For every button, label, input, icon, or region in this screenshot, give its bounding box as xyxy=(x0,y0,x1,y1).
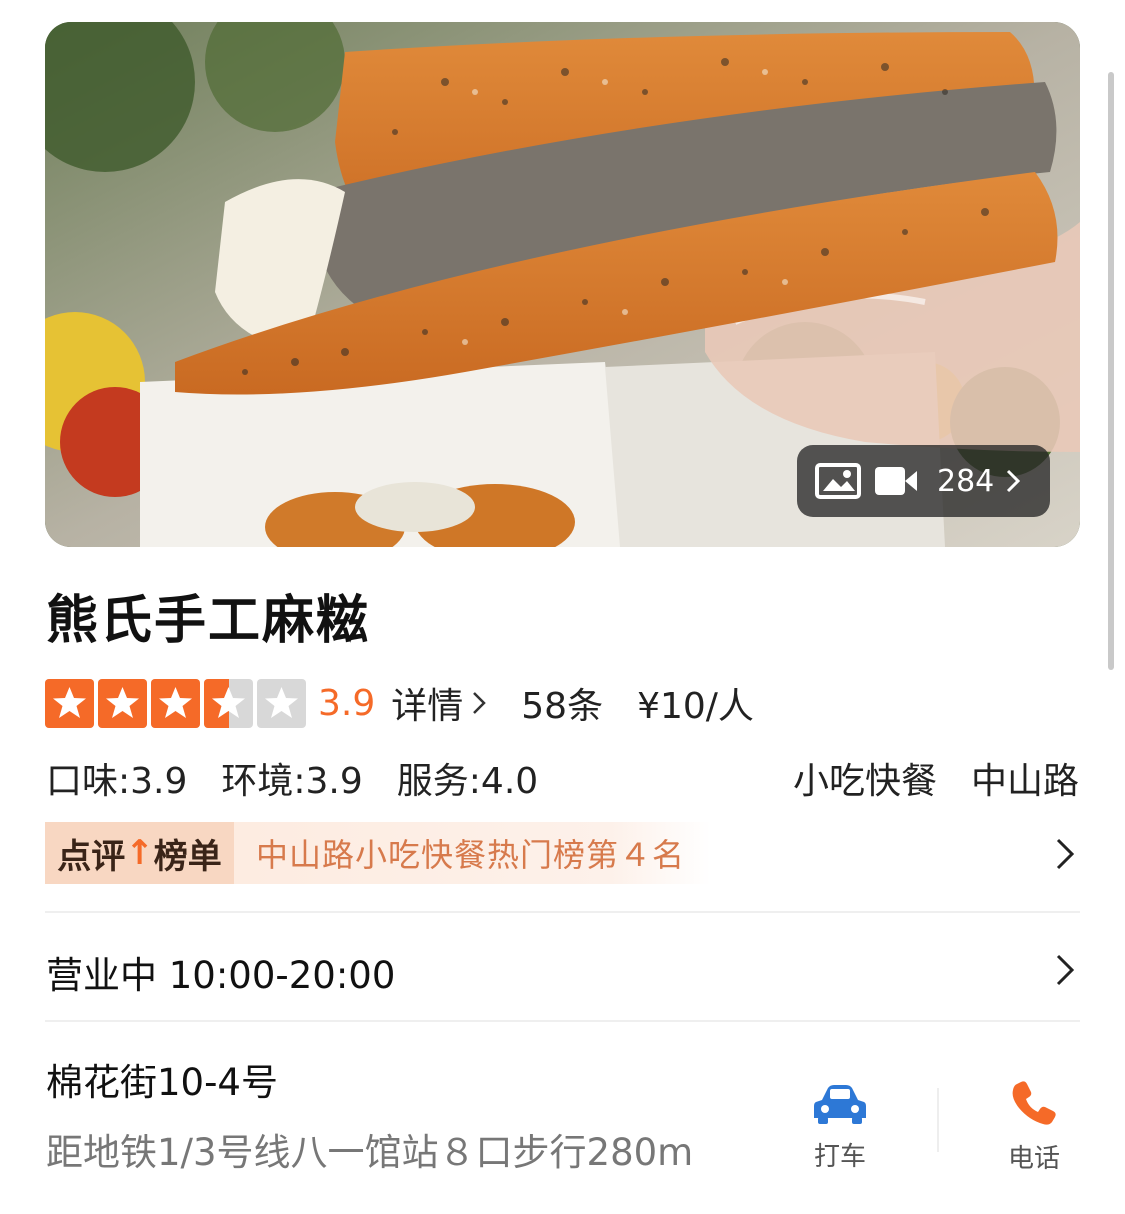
ranking-banner[interactable]: 点评 ↑ 榜单 中山路小吃快餐热门榜第４名 xyxy=(45,822,711,884)
ranking-arrow-icon: ↑ xyxy=(125,833,154,873)
hours-chevron-icon[interactable] xyxy=(1055,953,1075,987)
environment-score: 环境:3.9 xyxy=(221,761,363,802)
taste-score: 口味:3.9 xyxy=(46,761,188,802)
sub-scores: 口味:3.9 环境:3.9 服务:4.0 xyxy=(46,752,538,804)
phone-label: 电话 xyxy=(1007,1144,1060,1174)
image-icon xyxy=(815,463,861,499)
chevron-right-icon xyxy=(1007,469,1021,493)
star-icon xyxy=(204,678,253,728)
details-label: 详情 xyxy=(391,686,464,727)
business-hours[interactable]: 营业中 10:00-20:00 xyxy=(46,945,395,999)
taxi-button[interactable]: 打车 xyxy=(795,1082,885,1173)
shop-tags: 小吃快餐 中山路 xyxy=(793,752,1079,804)
phone-button[interactable]: 电话 xyxy=(989,1078,1079,1175)
action-separator xyxy=(937,1088,939,1152)
service-score: 服务:4.0 xyxy=(396,761,539,802)
hero-photo[interactable]: 284 xyxy=(45,22,1080,547)
rating-row: 3.9 详情 58条 ¥10/人 xyxy=(45,678,754,728)
ranking-label-part2: 榜单 xyxy=(153,836,222,877)
star-rating xyxy=(45,678,306,728)
divider xyxy=(45,1020,1080,1022)
divider xyxy=(45,911,1080,913)
ranking-chevron-icon[interactable] xyxy=(1055,837,1075,871)
media-count: 284 xyxy=(937,463,995,499)
ranking-label: 点评 ↑ 榜单 xyxy=(45,822,234,884)
star-icon xyxy=(45,678,94,728)
rating-score: 3.9 xyxy=(318,682,376,724)
phone-icon xyxy=(1012,1081,1056,1125)
review-count[interactable]: 58条 xyxy=(521,677,603,729)
ranking-text: 中山路小吃快餐热门榜第４名 xyxy=(256,836,686,874)
category-tag[interactable]: 小吃快餐 xyxy=(793,752,937,804)
star-icon xyxy=(257,678,306,728)
chevron-right-icon xyxy=(473,692,487,714)
taxi-label: 打车 xyxy=(813,1142,866,1172)
details-link[interactable]: 详情 xyxy=(391,677,487,729)
star-icon xyxy=(98,678,147,728)
star-icon xyxy=(151,678,200,728)
address[interactable]: 棉花街10-4号 xyxy=(46,1052,278,1106)
scrollbar[interactable] xyxy=(1108,72,1114,670)
media-count-badge[interactable]: 284 xyxy=(797,445,1050,517)
price-per-person: ¥10/人 xyxy=(637,686,754,727)
area-tag[interactable]: 中山路 xyxy=(971,752,1079,804)
ranking-label-part1: 点评 xyxy=(57,836,126,877)
video-icon xyxy=(875,467,917,495)
metro-distance: 距地铁1/3号线八一馆站８口步行280m xyxy=(46,1131,694,1174)
shop-name: 熊氏手工麻糍 xyxy=(46,591,371,651)
car-icon xyxy=(814,1085,866,1124)
